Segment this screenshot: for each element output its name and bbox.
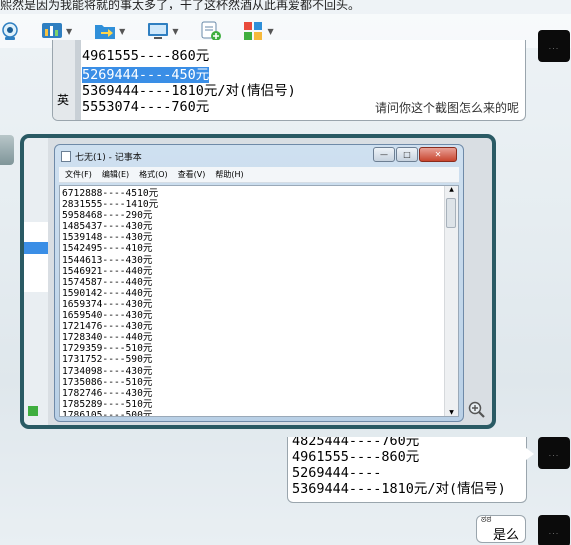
notepad-lines: 6712888----4510元 2831555----1410元 5958468-… (62, 188, 159, 417)
notepad-title: 七无(1) - 记事本 (75, 152, 142, 163)
message-bubble: 4825444----760元 4961555----860元 5269444-… (287, 437, 527, 503)
notepad-line: 1729359----510元 (62, 343, 153, 355)
screen-share-icon (147, 20, 169, 42)
notepad-line: 1786105----500元 (62, 409, 153, 417)
message-bubble: ಠಠ 是么 (476, 515, 526, 543)
notepad-line: 1734098----430元 (62, 365, 153, 377)
notepad-scrollbar: ▲ ▼ (444, 186, 458, 416)
notepad-line: 1659540----430元 (62, 310, 153, 322)
chevron-down-icon[interactable]: ▼ (119, 27, 125, 36)
zoom-icon[interactable] (468, 401, 486, 419)
partial-char: 英 (57, 93, 70, 107)
avatar[interactable]: ... (538, 437, 570, 469)
notepad-line: 1728340----440元 (62, 332, 153, 344)
emoji-icon: ಠಠ (481, 515, 492, 525)
avatar[interactable]: ... (538, 515, 570, 545)
list-item: 5369444----1810元/对(情侣号) (292, 481, 506, 497)
background-chat-strip (24, 138, 48, 425)
add-note-icon (200, 20, 222, 42)
list-item: 5553074----760元 (82, 99, 210, 115)
menu-item-help: 帮助(H) (215, 170, 244, 179)
notepad-menu: 文件(F) 编辑(E) 格式(O) 查看(V) 帮助(H) (59, 167, 459, 183)
webcam-icon (0, 20, 21, 42)
notepad-window: 七无(1) - 记事本 — □ ✕ 文件(F) 编辑(E) 格式(O) 查看(V… (54, 144, 464, 422)
bubble-tail (526, 448, 534, 460)
list-item: 4961555----860元 (82, 48, 210, 64)
menu-item-file: 文件(F) (65, 170, 92, 179)
notepad-line: 1546921----440元 (62, 265, 153, 277)
avatar[interactable]: ... (538, 30, 570, 62)
menu-item-edit: 编辑(E) (101, 170, 130, 179)
notepad-line: 1721476----430元 (62, 321, 153, 333)
notepad-line: 1782746----430元 (62, 387, 153, 399)
message-caption: 请问你这个截图怎么来的呢 (372, 99, 521, 116)
notepad-line: 5958468----290元 (62, 210, 153, 222)
chevron-down-icon[interactable]: ▼ (172, 27, 178, 36)
maximize-icon: □ (396, 147, 418, 162)
notepad-line: 1544613----430元 (62, 254, 153, 266)
list-item: 4961555----860元 (292, 449, 420, 465)
conversation-title: 熙然是因为我能将就的事太多了，干了这杯然酒从此再爱都不回头。 (0, 0, 361, 10)
notepad-line: 2831555----1410元 (62, 199, 159, 211)
menu-item-format: 格式(O) (139, 170, 168, 179)
chevron-down-icon[interactable]: ▼ (66, 27, 72, 36)
notepad-text-area: 6712888----4510元 2831555----1410元 5958468-… (59, 185, 459, 417)
apps-grid-icon (242, 20, 264, 42)
webcam-button[interactable] (0, 18, 24, 44)
chart-icon (41, 20, 63, 42)
window-controls: — □ ✕ (373, 147, 457, 162)
notepad-line: 1574587----440元 (62, 276, 153, 288)
notepad-icon (61, 150, 71, 162)
message-text: 是么 (493, 528, 520, 543)
notepad-line: 1785289----510元 (62, 398, 153, 410)
notepad-line: 1735086----510元 (62, 376, 153, 388)
notepad-line: 1590142----440元 (62, 287, 153, 299)
list-item: 5369444----1810元/对(情侣号) (82, 83, 296, 99)
notepad-line: 1539148----430元 (62, 232, 153, 244)
notepad-line: 1659374----430元 (62, 298, 153, 310)
list-item: 5269444----450元 (82, 67, 210, 83)
chevron-down-icon[interactable]: ▼ (267, 27, 273, 36)
notepad-line: 6712888----4510元 (62, 188, 159, 199)
menu-item-view: 查看(V) (177, 170, 206, 179)
close-icon: ✕ (419, 147, 457, 162)
file-transfer-icon (94, 20, 116, 42)
minimize-icon: — (373, 147, 395, 162)
notepad-line: 1485437----430元 (62, 221, 153, 233)
notepad-line: 1542495----410元 (62, 243, 153, 255)
scroll-thumb (446, 198, 456, 228)
avatar[interactable] (0, 135, 14, 165)
message-bubble: 英 4961555----860元 5269444----450元 536944… (52, 40, 526, 121)
list-item: 5269444---- (292, 465, 382, 481)
image-message[interactable]: 七无(1) - 记事本 — □ ✕ 文件(F) 编辑(E) 格式(O) 查看(V… (20, 134, 496, 429)
notepad-line: 1731752----590元 (62, 354, 153, 366)
